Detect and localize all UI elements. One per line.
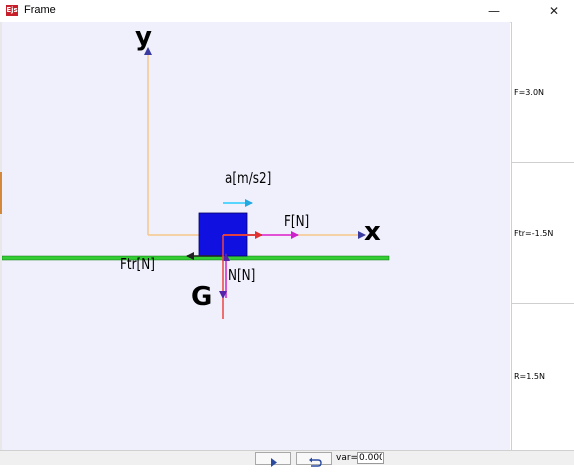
friction-readout-text: Ftr=-1.5N	[514, 229, 554, 238]
play-button[interactable]	[255, 452, 291, 467]
simulation-drawing	[2, 47, 390, 319]
close-button[interactable]: ✕	[534, 0, 574, 22]
window-title: Frame	[24, 4, 56, 16]
friction-readout: Ftr=-1.5N	[512, 163, 574, 304]
force-readout-text: F=3.0N	[514, 88, 545, 97]
var-label: var=	[336, 453, 359, 463]
reset-button[interactable]	[296, 452, 332, 467]
title-bar: Ejs Frame — ✕	[0, 0, 574, 23]
y-axis-label: y	[135, 22, 152, 52]
gravity-label: G	[191, 282, 213, 312]
control-bar: var=	[0, 450, 574, 467]
simulation-canvas[interactable]: y x G a[m/s2] F[N] Ftr[N] N[N]	[2, 22, 510, 450]
play-icon	[271, 458, 277, 467]
normal-force-label: N[N]	[228, 266, 256, 284]
ejs-app-icon: Ejs	[6, 5, 18, 16]
x-axis-label: x	[364, 217, 381, 247]
acceleration-label: a[m/s2]	[225, 169, 272, 187]
force-label: F[N]	[284, 212, 310, 230]
friction-label: Ftr[N]	[120, 255, 155, 273]
resultant-readout-text: R=1.5N	[514, 372, 545, 381]
reset-icon	[309, 457, 322, 467]
readout-panel: F=3.0N Ftr=-1.5N R=1.5N	[511, 22, 574, 450]
var-input[interactable]	[357, 452, 384, 464]
force-readout: F=3.0N	[512, 22, 574, 163]
resultant-readout: R=1.5N	[512, 304, 574, 449]
minimize-button[interactable]: —	[474, 0, 514, 22]
